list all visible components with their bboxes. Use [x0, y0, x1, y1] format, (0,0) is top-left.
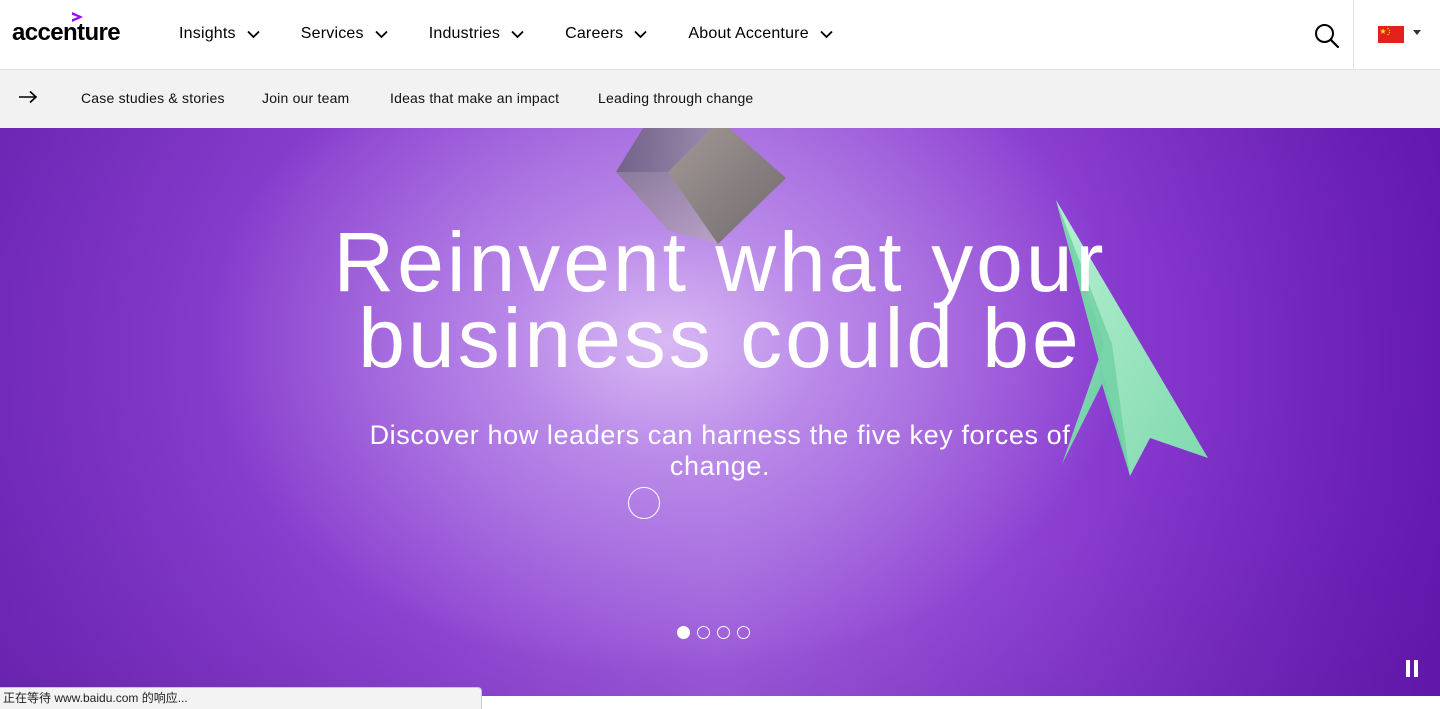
caret-down-icon [1413, 29, 1421, 35]
carousel-dot-2[interactable] [697, 626, 710, 639]
nav-label: Industries [428, 25, 501, 42]
nav-label: Insights [179, 25, 236, 42]
hero-carousel: Reinvent what your business could be Dis… [0, 128, 1440, 696]
pause-bar [1406, 660, 1410, 677]
nav-label: Services [300, 25, 364, 42]
arrow-right-icon[interactable] [18, 90, 38, 104]
chevron-down-icon [511, 30, 524, 38]
carousel-dot-1[interactable] [677, 626, 690, 639]
subnav-case-studies-link[interactable]: Case studies & stories [81, 90, 225, 106]
carousel-dot-3[interactable] [717, 626, 730, 639]
chevron-down-icon [375, 30, 388, 38]
header-divider [1353, 0, 1354, 70]
hero-headline-line2: business could be [358, 291, 1082, 385]
hero-headline-line1: Reinvent what your [333, 215, 1107, 309]
pause-bar [1414, 660, 1418, 677]
subnav-ideas-link[interactable]: Ideas that make an impact [390, 90, 559, 106]
chevron-down-icon [820, 30, 833, 38]
pause-icon[interactable] [1404, 660, 1420, 677]
site-header: accenture Insights Services Industries C… [0, 0, 1440, 70]
secondary-nav: Case studies & stories Join our team Ide… [0, 70, 1440, 128]
carousel-dot-4[interactable] [737, 626, 750, 639]
nav-item-about-accenture[interactable]: About Accenture [688, 14, 833, 54]
nav-item-careers[interactable]: Careers [565, 14, 648, 54]
nav-item-industries[interactable]: Industries [429, 14, 524, 54]
logo-wordmark: accenture [12, 19, 121, 46]
china-flag-icon [1378, 25, 1404, 43]
hero-headline: Reinvent what your business could be [320, 215, 1120, 385]
subnav-leading-change-link[interactable]: Leading through change [598, 90, 753, 106]
main-nav: Insights Services Industries Careers Abo… [179, 0, 833, 68]
search-icon[interactable] [1312, 21, 1342, 51]
chevron-down-icon [247, 30, 260, 38]
language-selector[interactable] [1378, 24, 1421, 44]
nav-item-services[interactable]: Services [301, 14, 388, 54]
carousel-indicators [677, 626, 757, 639]
play-circle-icon[interactable] [628, 487, 660, 519]
browser-status-bar: 正在等待 www.baidu.com 的响应... [0, 687, 482, 709]
hero-subheadline: Discover how leaders can harness the fiv… [369, 420, 1071, 481]
nav-label: About Accenture [688, 25, 809, 42]
nav-item-insights[interactable]: Insights [179, 14, 260, 54]
nav-label: Careers [565, 25, 624, 42]
accenture-logo[interactable]: accenture [12, 11, 121, 45]
chevron-down-icon [634, 30, 648, 38]
subnav-join-team-link[interactable]: Join our team [262, 90, 349, 106]
